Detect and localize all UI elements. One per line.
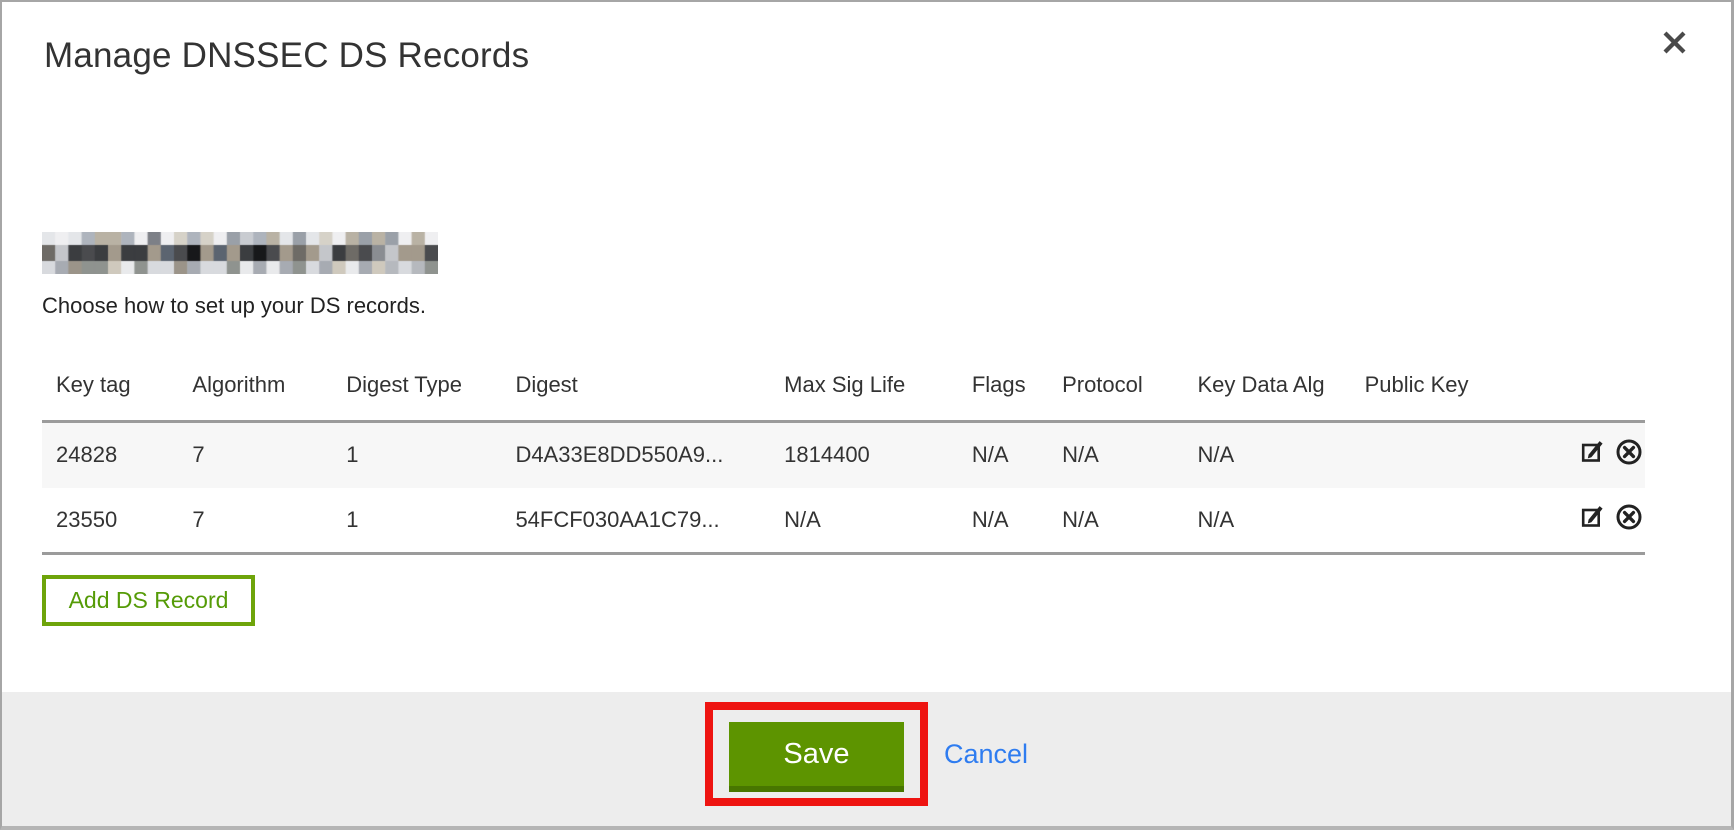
column-header-digest: Digest (501, 366, 770, 422)
column-header-digest-type: Digest Type (332, 366, 501, 422)
instruction-text: Choose how to set up your DS records. (42, 293, 426, 319)
cell-flags: N/A (958, 422, 1048, 488)
cell-key-data-alg: N/A (1183, 488, 1350, 554)
table-row: 23550 7 1 54FCF030AA1C79... N/A N/A N/A … (42, 488, 1645, 554)
table-row: 24828 7 1 D4A33E8DD550A9... 1814400 N/A … (42, 422, 1645, 488)
delete-record-icon[interactable] (1615, 503, 1643, 537)
close-icon (1661, 29, 1688, 61)
cell-protocol: N/A (1048, 422, 1183, 488)
cancel-link[interactable]: Cancel (944, 739, 1028, 770)
edit-record-icon[interactable] (1581, 504, 1607, 536)
column-header-key-tag: Key tag (42, 366, 178, 422)
cell-max-sig-life: N/A (770, 488, 958, 554)
modal-footer: Save Cancel (2, 692, 1731, 826)
page-title: Manage DNSSEC DS Records (44, 36, 529, 76)
cell-protocol: N/A (1048, 488, 1183, 554)
save-button-highlight: Save (705, 702, 928, 806)
column-header-max-sig-life: Max Sig Life (770, 366, 958, 422)
cell-algorithm: 7 (178, 488, 332, 554)
cell-max-sig-life: 1814400 (770, 422, 958, 488)
cell-digest-type: 1 (332, 488, 501, 554)
delete-record-icon[interactable] (1615, 438, 1643, 472)
column-header-key-data-alg: Key Data Alg (1183, 366, 1350, 422)
cell-public-key (1351, 422, 1563, 488)
cell-digest: 54FCF030AA1C79... (501, 488, 770, 554)
cell-digest: D4A33E8DD550A9... (501, 422, 770, 488)
column-header-flags: Flags (958, 366, 1048, 422)
cell-key-data-alg: N/A (1183, 422, 1350, 488)
cell-actions (1563, 488, 1645, 554)
close-button[interactable] (1659, 30, 1689, 60)
column-header-public-key: Public Key (1351, 366, 1563, 422)
edit-record-icon[interactable] (1581, 439, 1607, 471)
save-button[interactable]: Save (729, 722, 904, 792)
column-header-actions (1563, 366, 1645, 422)
cell-algorithm: 7 (178, 422, 332, 488)
cell-key-tag: 24828 (42, 422, 178, 488)
redacted-domain-name (42, 232, 438, 274)
add-ds-record-button[interactable]: Add DS Record (42, 575, 255, 626)
cell-key-tag: 23550 (42, 488, 178, 554)
cell-digest-type: 1 (332, 422, 501, 488)
cell-flags: N/A (958, 488, 1048, 554)
cell-actions (1563, 422, 1645, 488)
dnssec-ds-records-modal: Manage DNSSEC DS Records Choose how to s… (0, 0, 1734, 830)
ds-records-table: Key tag Algorithm Digest Type Digest Max… (42, 366, 1645, 555)
cell-public-key (1351, 488, 1563, 554)
column-header-algorithm: Algorithm (178, 366, 332, 422)
table-header-row: Key tag Algorithm Digest Type Digest Max… (42, 366, 1645, 422)
column-header-protocol: Protocol (1048, 366, 1183, 422)
